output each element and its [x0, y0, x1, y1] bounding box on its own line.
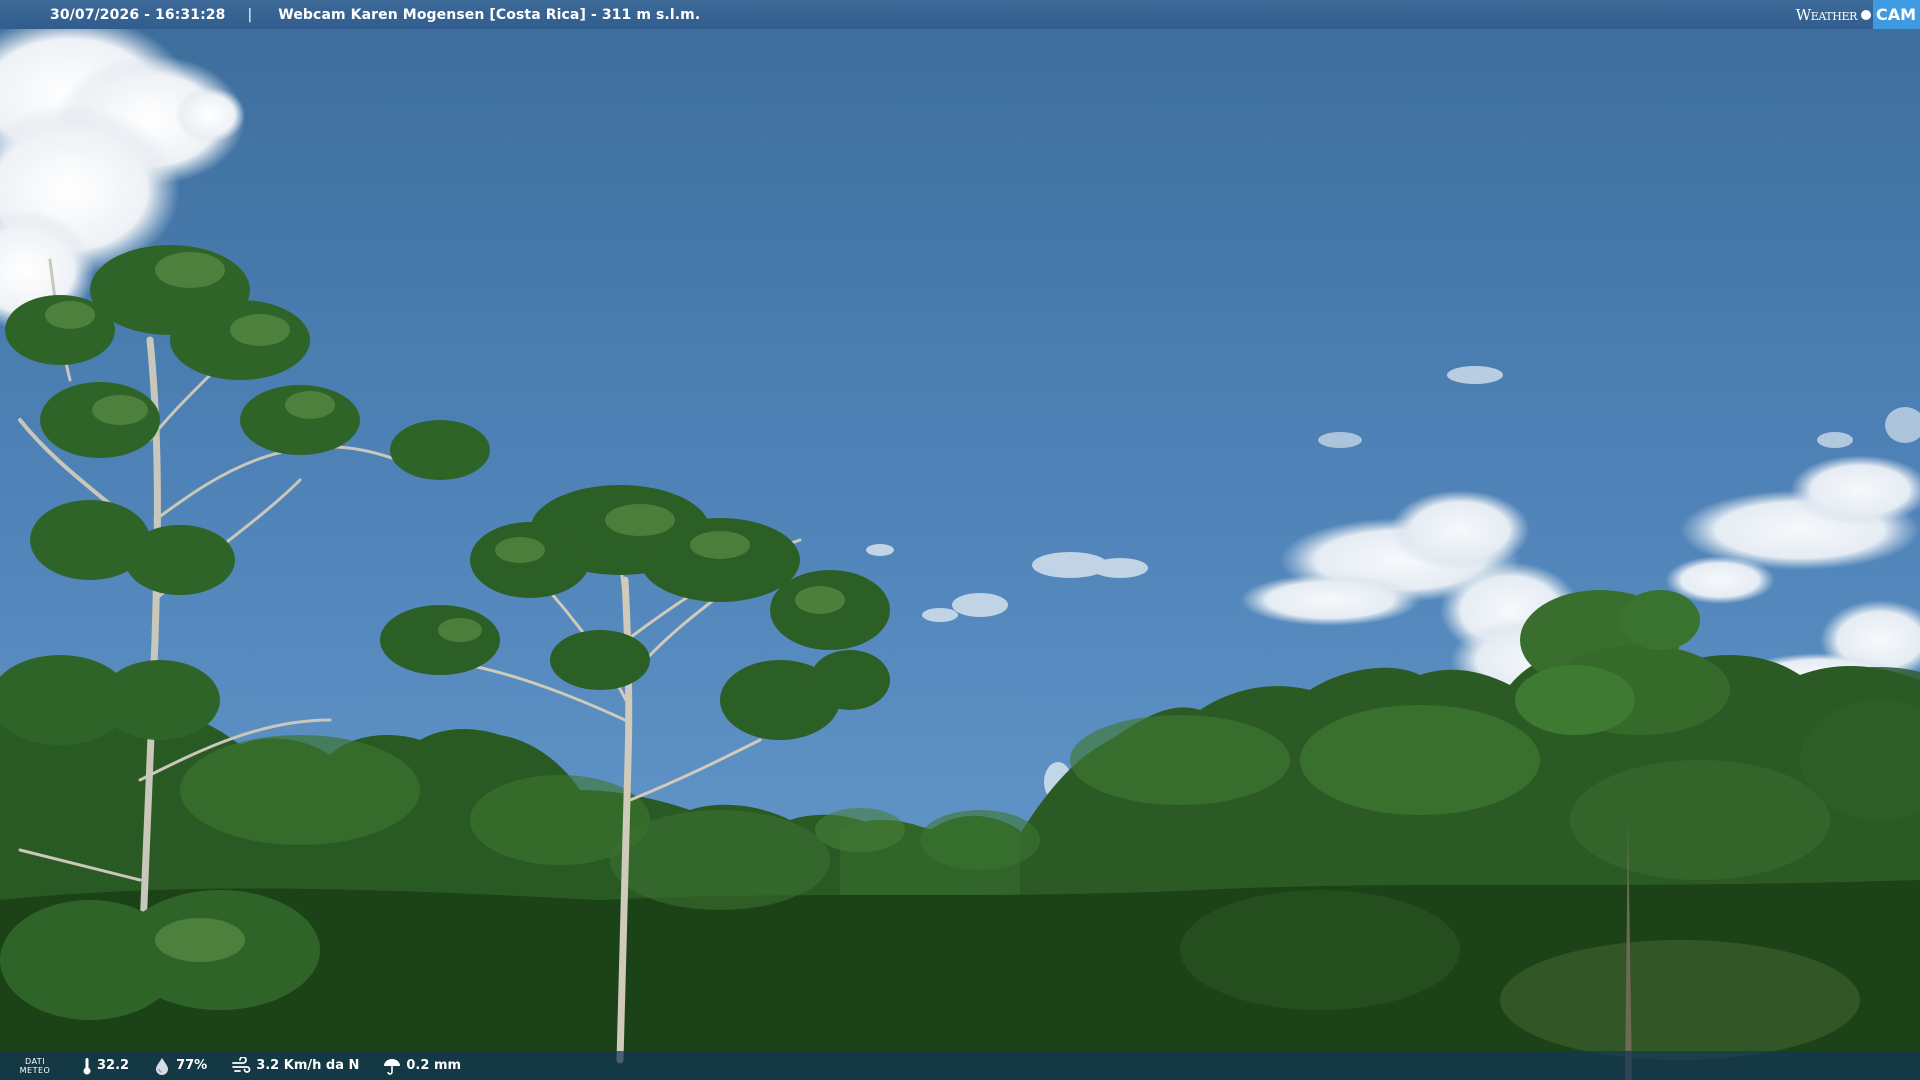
meteo-label: DATI METEO: [12, 1057, 58, 1075]
webcam-scene: [0, 0, 1920, 1080]
rain-umbrella-icon: [384, 1058, 401, 1075]
meteo-rain: 0.2 mm: [383, 1057, 461, 1075]
meteo-label-line1: DATI: [24, 1056, 46, 1066]
top-info-bar: 30/07/2026 - 16:31:28 | Webcam Karen Mog…: [0, 0, 1920, 29]
wind-icon: [232, 1056, 251, 1073]
meteo-temperature: 32.2: [82, 1057, 129, 1075]
thermometer-icon: [83, 1057, 91, 1074]
temperature-value: 32.2: [97, 1058, 130, 1073]
logo-dot-icon: [1860, 9, 1871, 20]
humidity-value: 77%: [176, 1058, 208, 1073]
webcam-title: Webcam Karen Mogensen [Costa Rica] - 311…: [278, 6, 701, 23]
rain-value: 0.2 mm: [406, 1058, 462, 1073]
meteo-bar: DATI METEO 32.2 77% 3.2 Km/h da N 0.2 mm: [0, 1051, 1920, 1080]
datetime-text: 30/07/2026 - 16:31:28: [50, 6, 226, 23]
meteo-humidity: 77%: [153, 1057, 207, 1075]
meteo-wind: 3.2 Km/h da N: [231, 1056, 360, 1075]
humidity-drop-icon: [156, 1057, 169, 1075]
logo-weather-text: Weather: [1795, 5, 1858, 24]
meteo-label-line2: METEO: [19, 1065, 51, 1075]
logo-cam-text: CAM: [1872, 0, 1920, 29]
weathercam-logo: Weather CAM: [1796, 0, 1920, 29]
wind-value: 3.2 Km/h da N: [256, 1058, 360, 1073]
header-separator: |: [247, 6, 253, 23]
webcam-frame: 30/07/2026 - 16:31:28 | Webcam Karen Mog…: [0, 0, 1920, 1080]
